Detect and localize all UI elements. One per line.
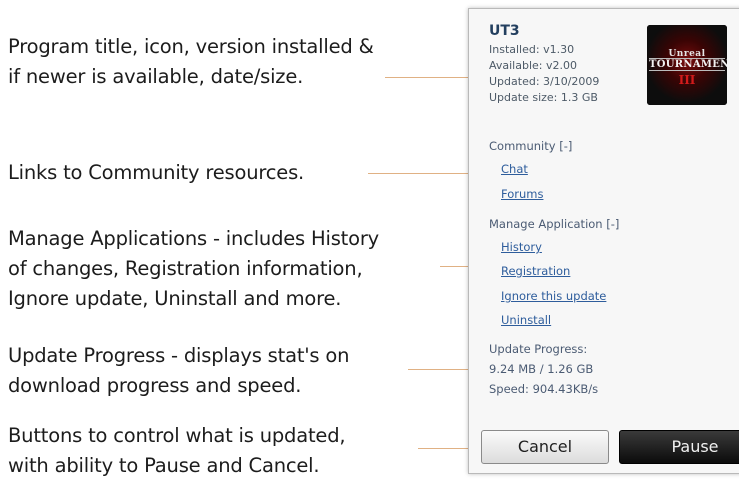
update-size: Update size: 1.3 GB [489, 91, 598, 104]
updated-date: Updated: 3/10/2009 [489, 75, 600, 88]
annotation-line: Links to Community resources. [8, 161, 305, 184]
annotation-line: Program title, icon, version installed & [8, 35, 374, 58]
game-cover-thumbnail-icon: Unreal TOURNAMENT III [647, 25, 727, 105]
manage-application-section-toggle[interactable]: Manage Application [-] [489, 217, 619, 231]
annotation-manage: Manage Applications - includes History o… [8, 224, 379, 314]
installed-version: Installed: v1.30 [489, 43, 575, 56]
download-speed: Speed: 904.43KB/s [489, 382, 599, 396]
forums-link[interactable]: Forums [501, 187, 543, 201]
uninstall-link[interactable]: Uninstall [501, 313, 551, 327]
available-version: Available: v2.00 [489, 59, 577, 72]
annotation-community: Links to Community resources. [8, 158, 304, 188]
annotation-line: if newer is available, date/size. [8, 65, 304, 88]
annotation-line: with ability to Pause and Cancel. [8, 454, 320, 477]
annotation-line: Manage Applications - includes History [8, 227, 379, 250]
download-progress-amount: 9.24 MB / 1.26 GB [489, 362, 594, 376]
annotation-buttons: Buttons to control what is updated, with… [8, 421, 346, 481]
annotation-progress: Update Progress - displays stat's on dow… [8, 341, 349, 401]
thumbnail-logo-line: III [678, 73, 696, 87]
cancel-button[interactable]: Cancel [481, 430, 609, 464]
annotation-line: Update Progress - displays stat's on [8, 344, 350, 367]
annotation-line: of changes, Registration information, [8, 257, 363, 280]
chat-link[interactable]: Chat [501, 162, 528, 176]
thumbnail-logo-line: TOURNAMENT [649, 58, 727, 71]
pause-button[interactable]: Pause [619, 430, 739, 464]
annotation-line: Buttons to control what is updated, [8, 424, 346, 447]
community-section-toggle[interactable]: Community [-] [489, 139, 572, 153]
program-title: UT3 [489, 23, 520, 39]
ignore-update-link[interactable]: Ignore this update [501, 289, 606, 303]
update-panel: UT3 Installed: v1.30 Available: v2.00 Up… [468, 8, 739, 474]
annotation-header: Program title, icon, version installed &… [8, 32, 374, 92]
annotation-line: download progress and speed. [8, 374, 302, 397]
history-link[interactable]: History [501, 240, 542, 254]
update-progress-label: Update Progress: [489, 342, 588, 356]
registration-link[interactable]: Registration [501, 264, 570, 278]
annotation-line: Ignore update, Uninstall and more. [8, 287, 342, 310]
